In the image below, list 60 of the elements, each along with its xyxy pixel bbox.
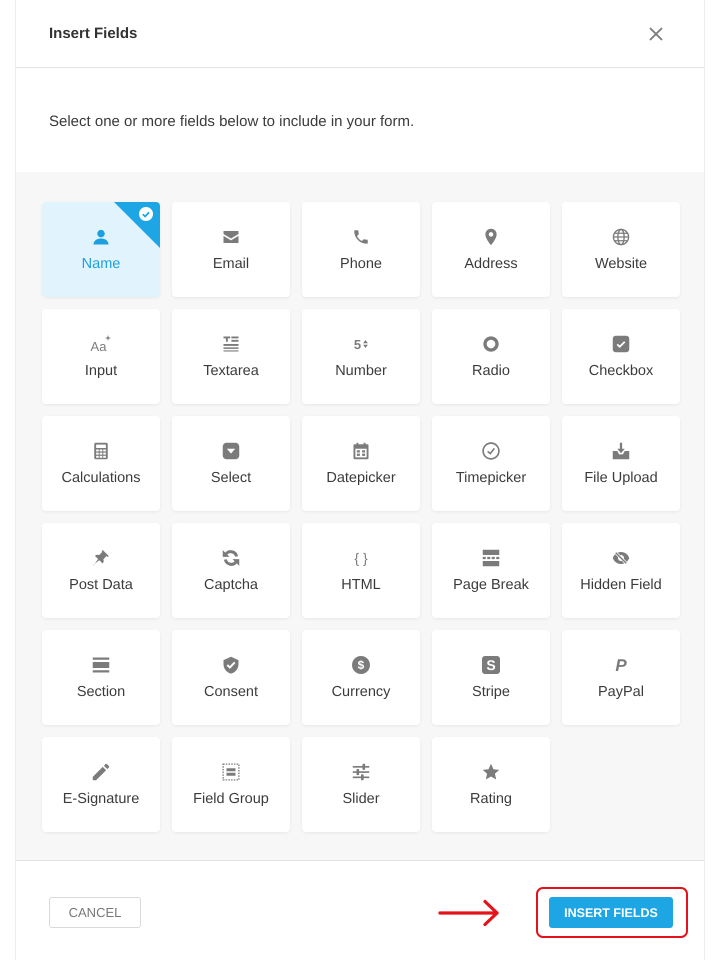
letter-p-icon: P	[615, 656, 627, 674]
field-tile[interactable]: Datepicker	[302, 416, 420, 511]
pencil-icon	[92, 763, 110, 781]
checkbox-icon	[612, 335, 630, 353]
braces-icon: { }	[354, 549, 368, 567]
person-icon	[92, 228, 110, 246]
letter-s-icon: S	[482, 656, 500, 674]
close-icon	[649, 26, 663, 40]
page-break-icon	[482, 549, 500, 567]
field-tile[interactable]: Radio	[432, 309, 550, 404]
eye-slash-icon	[612, 549, 630, 567]
stacked-bars-icon	[92, 656, 110, 674]
phone-icon	[352, 228, 370, 246]
field-tile[interactable]: Consent	[172, 630, 290, 725]
field-tile[interactable]: Phone	[302, 202, 420, 297]
globe-icon	[612, 228, 630, 246]
calculator-icon	[92, 442, 110, 460]
field-tile[interactable]: P PayPal	[562, 630, 680, 725]
field-tile[interactable]: Address	[432, 202, 550, 297]
pushpin-icon	[92, 549, 110, 567]
field-tile[interactable]: 5 Number	[302, 309, 420, 404]
field-tile[interactable]: File Upload	[562, 416, 680, 511]
field-tile[interactable]: $ Currency	[302, 630, 420, 725]
field-tile[interactable]: Post Data	[42, 523, 160, 618]
field-tile[interactable]: Hidden Field	[562, 523, 680, 618]
star-icon	[482, 763, 500, 781]
dollar-coin-icon: $	[352, 656, 370, 674]
calendar-icon	[352, 442, 370, 460]
field-tile[interactable]: Captcha	[172, 523, 290, 618]
field-tile[interactable]: Slider	[302, 737, 420, 832]
dialog-title: Insert Fields	[49, 24, 138, 44]
field-tile[interactable]: E-Signature	[42, 737, 160, 832]
field-tile[interactable]: { } HTML	[302, 523, 420, 618]
refresh-icon	[222, 549, 240, 567]
field-tile[interactable]: Select	[172, 416, 290, 511]
field-tile[interactable]: Page Break	[432, 523, 550, 618]
check-circle-icon	[482, 442, 500, 460]
field-tile[interactable]: Rating	[432, 737, 550, 832]
field-tile[interactable]: Aa Input	[42, 309, 160, 404]
field-tile[interactable]: Email	[172, 202, 290, 297]
selected-check-icon	[114, 202, 160, 248]
ring-icon	[482, 335, 500, 353]
field-tile[interactable]: Textarea	[172, 309, 290, 404]
field-tile[interactable]: Timepicker	[432, 416, 550, 511]
dotted-frame-icon	[222, 763, 240, 781]
tray-arrow-icon	[612, 442, 630, 460]
field-tile[interactable]: Calculations	[42, 416, 160, 511]
field-tile[interactable]: Field Group	[172, 737, 290, 832]
intro-text: Select one or more fields below to include in your form.	[48, 112, 416, 132]
field-tile[interactable]: Checkbox	[562, 309, 680, 404]
field-tile[interactable]: Website	[562, 202, 680, 297]
envelope-icon	[222, 228, 240, 246]
cancel-button[interactable]: CANCEL	[49, 897, 141, 928]
field-tile[interactable]: S Stripe	[432, 630, 550, 725]
close-button[interactable]	[649, 26, 663, 40]
dropdown-icon	[222, 442, 240, 460]
sliders-icon	[352, 763, 370, 781]
shield-check-icon	[222, 656, 240, 674]
text-lines-icon	[222, 335, 240, 353]
field-tile[interactable]: Section	[42, 630, 160, 725]
